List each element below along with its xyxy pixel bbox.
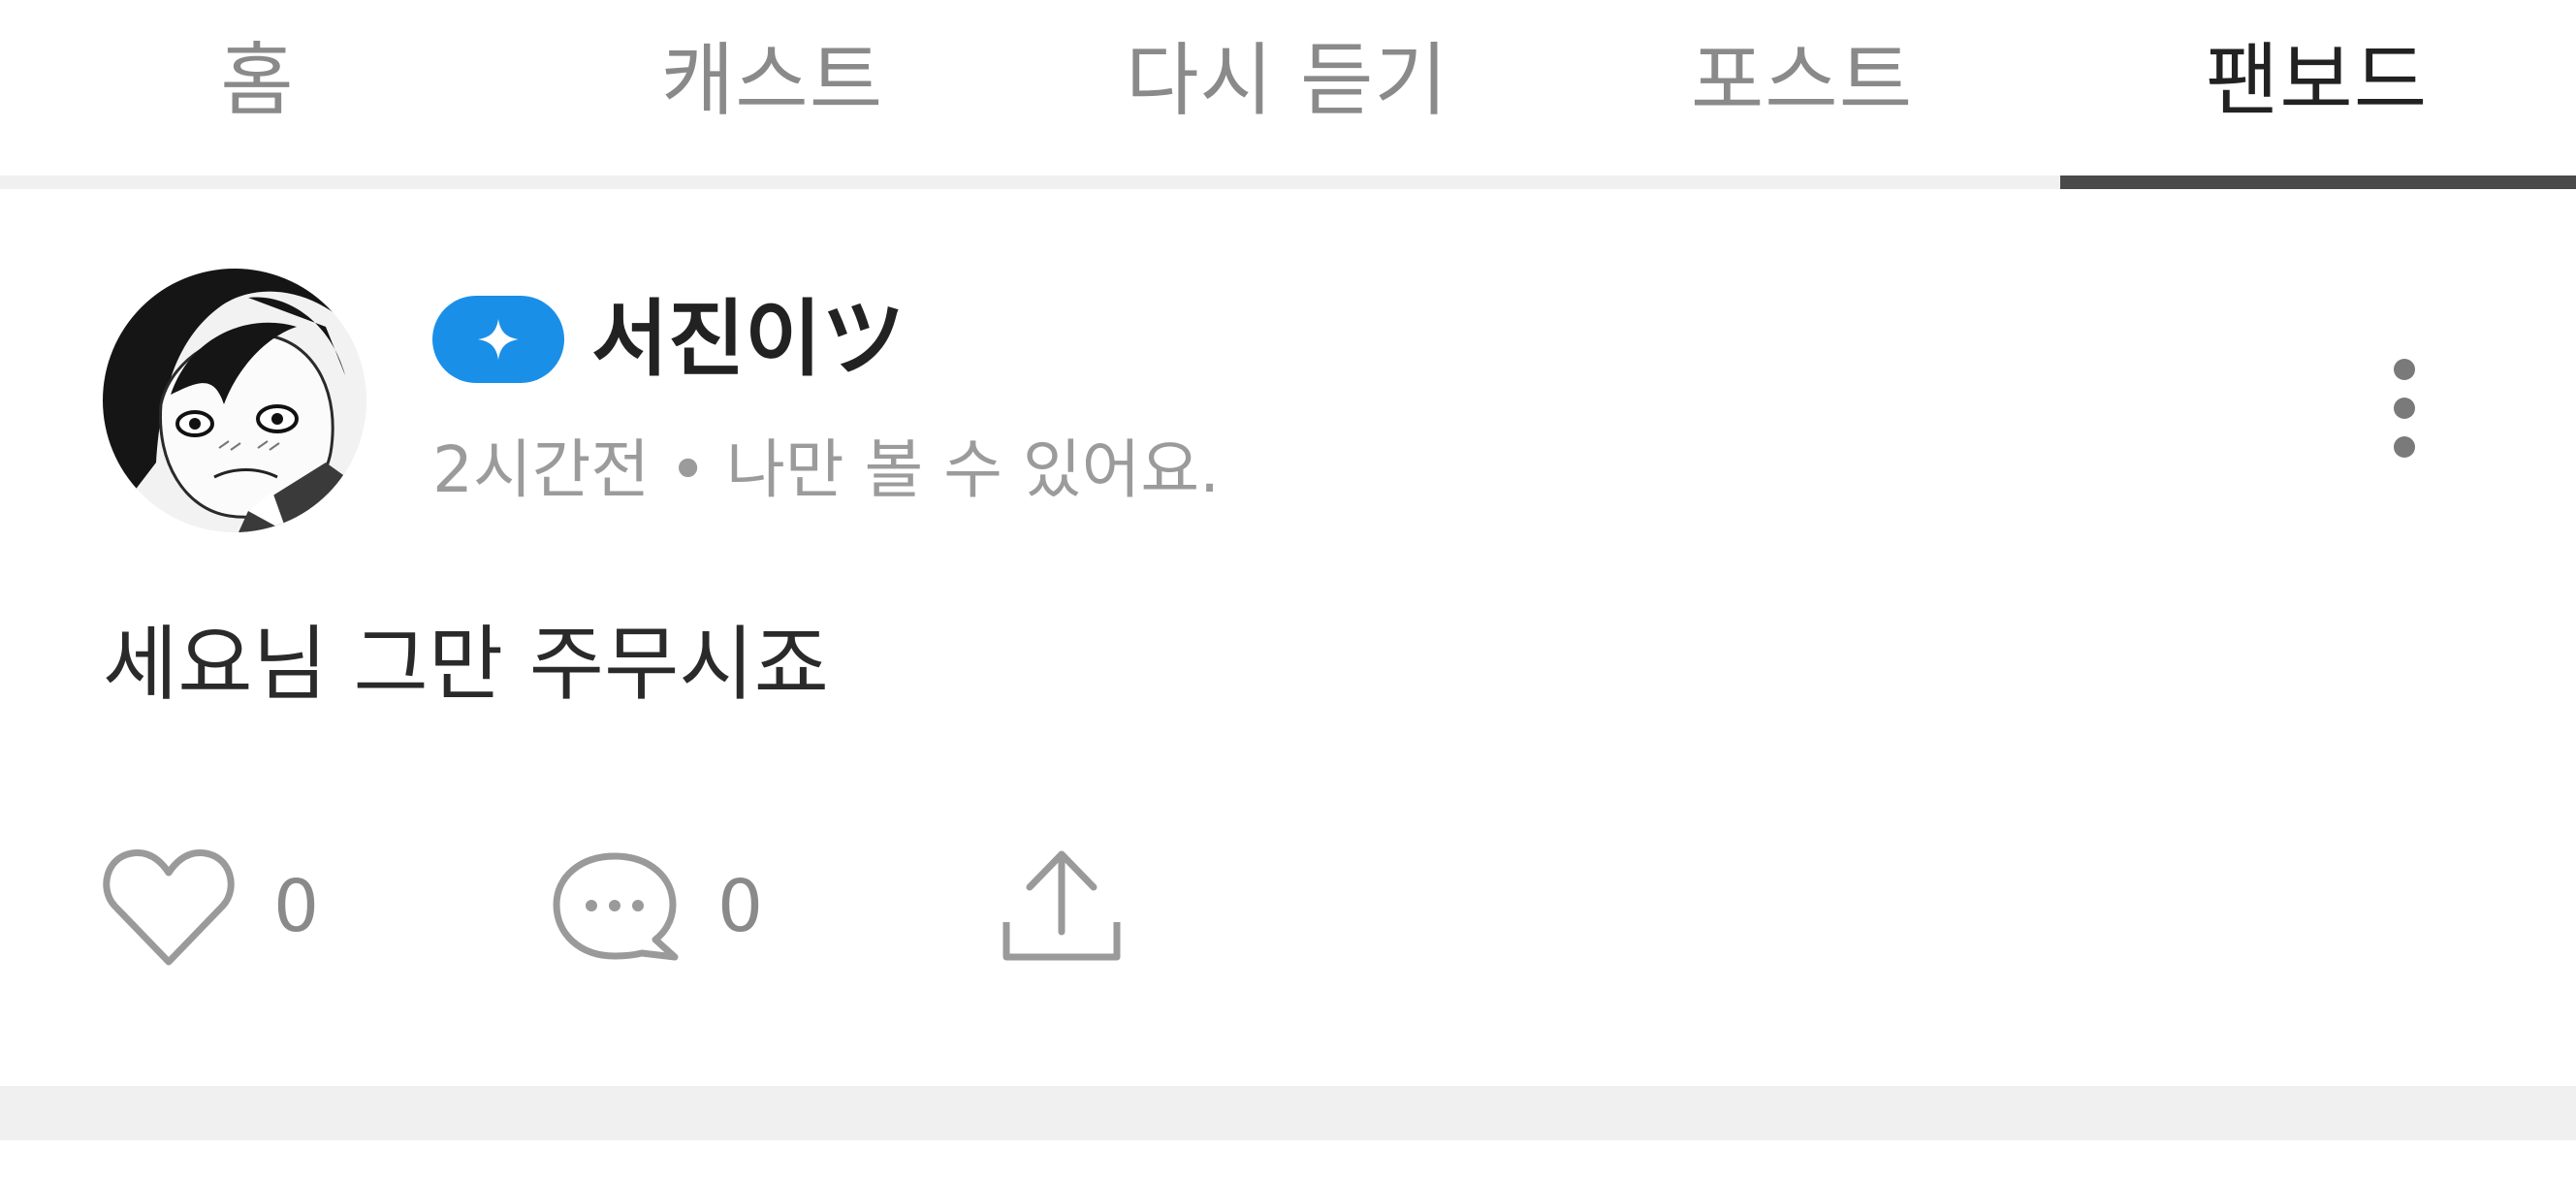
- fanboard-post: 서진이ツ 2시간전 • 나만 볼 수 있어요. 세요님 그만 주무시죠 0 0: [0, 189, 2576, 1086]
- like-count: 0: [273, 865, 320, 948]
- tab-home[interactable]: 홈: [0, 0, 515, 145]
- comment-button[interactable]: 0: [549, 839, 763, 974]
- visibility-label: 나만 볼 수 있어요.: [726, 432, 1221, 507]
- post-content: 세요님 그만 주무시죠: [103, 617, 829, 712]
- active-tab-indicator: [2060, 176, 2576, 189]
- meta-separator: •: [669, 432, 708, 507]
- heart-icon: [103, 849, 235, 966]
- tab-label: 포스트: [1690, 34, 1914, 127]
- tab-label: 다시 듣기: [1126, 34, 1448, 127]
- share-icon: [1002, 850, 1121, 961]
- comment-bubble-icon: [553, 852, 679, 961]
- comment-count: 0: [717, 865, 764, 948]
- post-meta: 2시간전 • 나만 볼 수 있어요.: [432, 422, 1220, 519]
- author-name[interactable]: 서진이ツ: [591, 281, 905, 398]
- tab-post[interactable]: 포스트: [1544, 0, 2059, 145]
- post-separator: [0, 1086, 2576, 1140]
- sparkle-icon: [478, 319, 519, 360]
- tab-cast[interactable]: 캐스트: [515, 0, 1030, 145]
- avatar[interactable]: [103, 269, 366, 532]
- tab-label: 홈: [220, 34, 295, 127]
- sparkle-badge: [432, 296, 564, 383]
- more-options-button[interactable]: [2366, 339, 2443, 504]
- tab-label: 팬보드: [2205, 34, 2429, 127]
- post-time: 2시간전: [432, 432, 651, 507]
- like-button[interactable]: 0: [101, 839, 319, 974]
- tab-fanboard[interactable]: 팬보드: [2059, 0, 2574, 145]
- tab-bar: 홈 캐스트 다시 듣기 포스트 팬보드: [0, 0, 2576, 189]
- share-button[interactable]: [999, 839, 1125, 974]
- tab-label: 캐스트: [660, 34, 884, 127]
- tab-replay[interactable]: 다시 듣기: [1030, 0, 1544, 145]
